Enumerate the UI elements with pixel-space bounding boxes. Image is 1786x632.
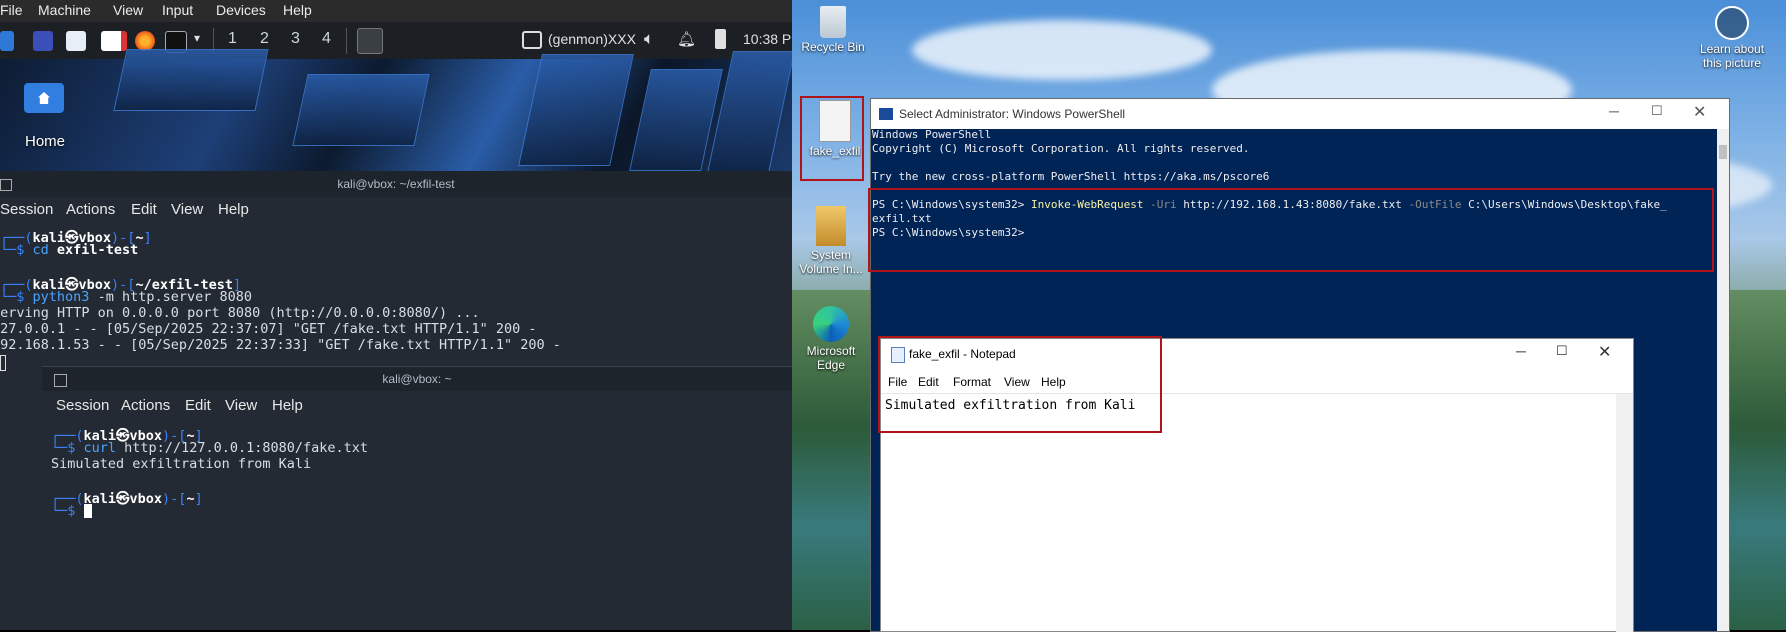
workspace-1[interactable]: 1 — [228, 30, 237, 48]
menu-devices[interactable]: Devices — [216, 2, 266, 18]
menu-view[interactable]: View — [113, 2, 143, 18]
text-editor-icon[interactable] — [101, 31, 127, 51]
system-volume-desktop-icon[interactable]: System Volume In... — [798, 206, 864, 276]
edge-icon — [813, 306, 849, 342]
virtualbox-menubar: File Machine View Input Devices Help — [0, 0, 792, 22]
terminal-cursor — [0, 355, 6, 371]
server-log-line: 127.0.0.1 - - [05/Sep/2025 22:37:07] "GE… — [0, 321, 537, 337]
learn-about-picture-icon[interactable]: Learn about this picture — [1690, 6, 1774, 70]
highlight-box-fake-exfil-icon — [800, 96, 864, 181]
battery-icon[interactable] — [715, 29, 726, 49]
minimize-button[interactable]: ─ — [1609, 103, 1619, 119]
recycle-bin-label: Recycle Bin — [801, 40, 865, 54]
maximize-button[interactable]: ☐ — [1556, 343, 1568, 359]
menu-session[interactable]: Session — [56, 397, 109, 414]
system-volume-label: System Volume In... — [799, 248, 863, 276]
terminal-title: kali@vbox: ~/exfil-test — [337, 177, 455, 191]
terminal-menubar: Session Actions Edit View Help — [0, 201, 792, 223]
menu-help[interactable]: Help — [283, 2, 312, 18]
menu-view[interactable]: View — [171, 201, 203, 218]
command-line: └─$ cd exfil-test — [0, 242, 139, 258]
highlight-box-notepad-content — [878, 336, 1162, 433]
menu-machine[interactable]: Machine — [38, 2, 91, 18]
recycle-bin-icon — [820, 6, 846, 38]
menu-view[interactable]: View — [225, 397, 257, 414]
terminal-window-home[interactable]: kali@vbox: ~ Session Actions Edit View H… — [42, 366, 792, 630]
menu-edit[interactable]: Edit — [185, 397, 211, 414]
terminal-menubar: Session Actions Edit View Help — [42, 397, 792, 419]
terminal-titlebar[interactable]: kali@vbox: ~ — [42, 367, 792, 391]
learn-about-picture-label: Learn about this picture — [1699, 42, 1765, 70]
kali-desktop-wallpaper: Home — [0, 49, 792, 173]
curl-output: Simulated exfiltration from Kali — [51, 456, 312, 472]
monitor-icon — [522, 31, 542, 49]
recycle-bin-desktop-icon[interactable]: Recycle Bin — [800, 6, 866, 54]
terminal-app-icon — [0, 179, 12, 191]
minimize-button[interactable]: ─ — [1516, 343, 1526, 359]
command-line: └─$ python3 -m http.server 8080 — [0, 289, 252, 305]
panel-separator — [346, 28, 347, 54]
terminal-cursor — [83, 504, 92, 518]
powershell-scrollbar[interactable] — [1717, 129, 1729, 631]
server-log-line: 192.168.1.53 - - [05/Sep/2025 22:37:33] … — [0, 337, 561, 353]
menu-file[interactable]: File — [0, 2, 23, 18]
console-line: Try the new cross-platform PowerShell ht… — [872, 170, 1270, 183]
menu-actions[interactable]: Actions — [66, 201, 115, 218]
file-manager-icon[interactable] — [66, 31, 86, 51]
server-output: Serving HTTP on 0.0.0.0 port 8080 (http:… — [0, 305, 480, 321]
powershell-title: Select Administrator: Windows PowerShell — [899, 107, 1126, 121]
maximize-button[interactable]: ☐ — [1651, 103, 1663, 119]
close-button[interactable]: ✕ — [1598, 342, 1611, 362]
clock[interactable]: 10:38 P — [743, 31, 791, 47]
active-terminal-task-icon[interactable] — [357, 28, 383, 54]
menu-input[interactable]: Input — [162, 2, 193, 18]
edge-desktop-icon[interactable]: Microsoft Edge — [798, 306, 864, 372]
firefox-icon[interactable] — [135, 31, 155, 51]
menu-actions[interactable]: Actions — [121, 397, 170, 414]
show-desktop-icon[interactable] — [33, 31, 53, 51]
terminal-app-icon — [54, 374, 67, 387]
close-button[interactable]: ✕ — [1693, 102, 1706, 122]
command-line: └─$ curl http://127.0.0.1:8080/fake.txt — [51, 440, 369, 456]
workspace-4[interactable]: 4 — [322, 30, 331, 48]
terminal-title: kali@vbox: ~ — [382, 372, 452, 386]
workspace-3[interactable]: 3 — [291, 30, 300, 48]
powershell-icon — [879, 108, 893, 120]
kali-vm-window: File Machine View Input Devices Help ▾ 1… — [0, 0, 792, 630]
home-folder-icon[interactable] — [24, 83, 64, 113]
volume-icon[interactable]: 🔈︎ — [644, 29, 654, 49]
notification-bell-icon[interactable]: 🔔︎ — [677, 30, 696, 48]
highlight-box-invoke-webrequest — [868, 188, 1714, 272]
powershell-titlebar[interactable]: Select Administrator: Windows PowerShell… — [871, 99, 1729, 129]
chevron-down-icon[interactable]: ▾ — [194, 31, 204, 51]
kali-menu-icon[interactable] — [0, 31, 14, 51]
menu-help[interactable]: Help — [272, 397, 303, 414]
command-line: └─$ — [51, 503, 92, 519]
home-folder-label[interactable]: Home — [25, 133, 65, 150]
console-line: Copyright (C) Microsoft Corporation. All… — [872, 142, 1250, 155]
menu-session[interactable]: Session — [0, 201, 53, 218]
menu-edit[interactable]: Edit — [131, 201, 157, 218]
terminal-titlebar[interactable]: kali@vbox: ~/exfil-test — [0, 171, 792, 197]
edge-label: Microsoft Edge — [806, 344, 856, 372]
notepad-scrollbar[interactable] — [1616, 394, 1633, 632]
menu-help[interactable]: Help — [218, 201, 249, 218]
workspace-2[interactable]: 2 — [260, 30, 269, 48]
camera-icon — [1715, 6, 1749, 40]
genmon-label: (genmon)XXX — [548, 31, 636, 47]
folder-icon — [816, 206, 846, 246]
console-line: Windows PowerShell — [872, 128, 992, 141]
xfce-top-panel: ▾ 1 2 3 4 (genmon)XXX 🔈︎ 🔔︎ 10:38 P — [0, 22, 792, 59]
